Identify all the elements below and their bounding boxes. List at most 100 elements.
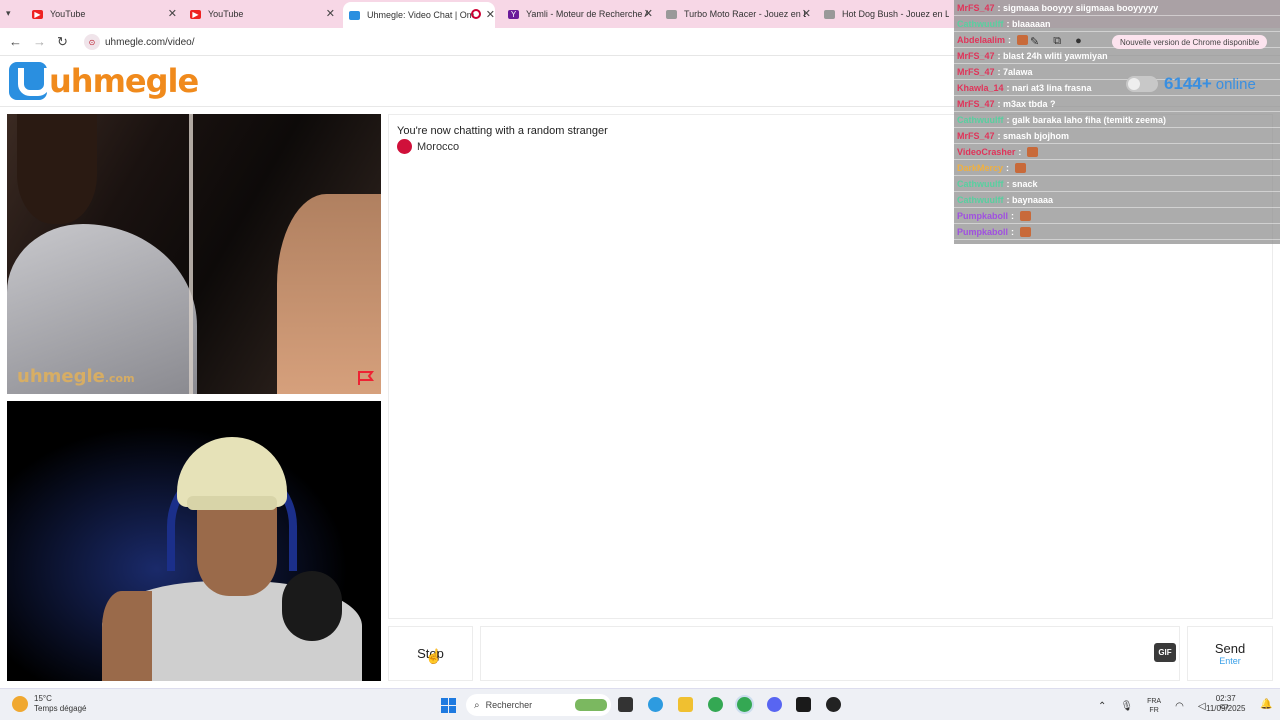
discord-icon[interactable] [767, 697, 782, 712]
chat-status-message: You're now chatting with a random strang… [397, 125, 608, 137]
emoji-icon [1014, 162, 1026, 173]
logo-text: uhmegle [49, 62, 199, 100]
overlay-message-text: baynaaaa [1012, 194, 1054, 205]
file-explorer-icon[interactable] [678, 697, 693, 712]
taskbar-search[interactable]: ⌕ Rechercher [466, 694, 611, 716]
chrome-update-notice[interactable]: Nouvelle version de Chrome disponible [1112, 35, 1268, 49]
chevron-up-icon[interactable]: ⌃ [1098, 701, 1106, 712]
online-toggle[interactable] [1126, 76, 1158, 92]
overlay-username: Cathwuulff [957, 178, 1004, 189]
emoji-icon [1026, 146, 1038, 157]
copilot-icon[interactable] [648, 697, 663, 712]
terminal-icon[interactable] [796, 697, 811, 712]
close-icon[interactable]: ✕ [168, 7, 177, 20]
overlay-username: VideoCrasher [957, 146, 1016, 157]
overlay-separator: : [1008, 34, 1014, 45]
overlay-chat-row: Cathwuulff: blaaaaan [954, 16, 1280, 32]
tab-label: Hot Dog Bush - Jouez en Ligne [842, 9, 949, 19]
overlay-separator: : [1011, 210, 1017, 221]
windows-start-icon[interactable] [441, 698, 456, 713]
reload-icon[interactable]: ↻ [57, 34, 68, 50]
forward-arrow-icon[interactable]: → [33, 34, 46, 49]
extension-icons: ✎ ⧉ ● [1030, 35, 1082, 48]
date: 11/09/2025 [1206, 704, 1246, 713]
tab-turbo-moto[interactable]: Turbo Moto Racer - Jouez en L ✕ [666, 4, 811, 24]
tab-uhmegle[interactable]: Uhmegle: Video Chat | Om ✕ [343, 2, 495, 28]
clock[interactable]: 02:37 11/09/2025 [1206, 694, 1245, 714]
overlay-username: Pumpkaboll [957, 210, 1009, 221]
overlay-username: Abdelaalim [957, 34, 1006, 45]
send-label: Send [1214, 641, 1246, 656]
overlay-username: Khawla_14 [957, 82, 1004, 93]
search-placeholder: Rechercher [485, 700, 533, 710]
stranger-head [17, 114, 97, 224]
overlay-chat-row: Cathwuulff: galk baraka laho fiha (temit… [954, 112, 1280, 128]
chrome-icon[interactable] [737, 697, 752, 712]
tab-label: Yamli - Moteur de Recherche A [526, 9, 648, 19]
send-button[interactable]: Send Enter [1187, 626, 1273, 681]
cap-brim [187, 496, 277, 510]
yamli-icon: Y [508, 9, 519, 19]
overlay-separator: : [1011, 226, 1017, 237]
obs-icon[interactable] [826, 697, 841, 712]
wifi-icon[interactable]: ◠ [1175, 701, 1184, 712]
overlay-chat-row: Pumpkaboll: [954, 208, 1280, 224]
notification-bell-icon[interactable]: 🔔 [1260, 699, 1272, 710]
overlay-message-text: m3ax tbda ? [1003, 98, 1056, 109]
game-icon [666, 9, 677, 19]
gif-button[interactable]: GIF [1154, 643, 1176, 662]
close-icon[interactable]: ✕ [802, 7, 811, 20]
extension-icon[interactable]: ✎ [1030, 35, 1039, 48]
microphone-icon[interactable]: 🎙 [1120, 701, 1133, 712]
overlay-message-text: blaaaaan [1012, 18, 1051, 29]
close-icon[interactable]: ✕ [644, 7, 653, 20]
tab-youtube-1[interactable]: ▶ YouTube ✕ [32, 4, 177, 24]
overlay-separator: : [1006, 162, 1012, 173]
report-flag-icon[interactable] [357, 370, 375, 386]
profile-icon[interactable]: ● [1075, 35, 1082, 48]
url-field[interactable]: uhmegle.com/video/ [105, 37, 195, 48]
language-indicator[interactable]: FRA FR [1147, 697, 1161, 715]
emoji-icon [1016, 34, 1028, 45]
hand-cursor-icon: ☝ [425, 648, 443, 664]
windows-taskbar: 15°C Temps dégagé ⌕ Rechercher ⌃ 🎙 FRA FR… [0, 688, 1280, 720]
tab-search-icon[interactable]: ▾ [6, 8, 11, 19]
self-arm [102, 591, 152, 681]
tab-hot-dog-bush[interactable]: Hot Dog Bush - Jouez en Ligne [824, 4, 949, 24]
stranger-country: Morocco [397, 139, 459, 154]
recording-icon [471, 9, 481, 19]
volume-icon[interactable]: ◁ [1198, 701, 1206, 712]
overlay-chat-row: MrFS_47: m3ax tbda ? [954, 96, 1280, 112]
overlay-username: Cathwuulff [957, 114, 1004, 125]
task-view-icon[interactable] [618, 697, 633, 712]
weather-widget[interactable]: 15°C Temps dégagé [12, 694, 86, 714]
message-input[interactable] [480, 626, 1180, 681]
tab-youtube-2[interactable]: ▶ YouTube ✕ [190, 4, 335, 24]
search-icon: ⌕ [474, 699, 480, 711]
chrome-icon[interactable] [708, 697, 723, 712]
close-icon[interactable]: ✕ [326, 7, 335, 20]
puzzle-icon[interactable]: ⧉ [1053, 35, 1061, 48]
overlay-username: Pumpkaboll [957, 226, 1009, 237]
youtube-icon: ▶ [190, 9, 201, 19]
send-hint: Enter [1219, 656, 1241, 666]
tab-yamli[interactable]: Y Yamli - Moteur de Recherche A ✕ [508, 4, 653, 24]
uhmegle-logo[interactable]: uhmegle [9, 61, 199, 101]
weather-condition: Temps dégagé [34, 704, 87, 713]
close-icon[interactable]: ✕ [486, 8, 495, 21]
youtube-icon: ▶ [32, 9, 43, 19]
overlay-message-text: nari at3 lina frasna [1012, 82, 1092, 93]
emoji-icon [1019, 226, 1031, 237]
online-counter: 6144+ online [1126, 74, 1256, 94]
tab-label: YouTube [50, 9, 86, 19]
stranger-arm [277, 194, 381, 394]
overlay-message-text: sigmaaa booyyy siigmaaa booyyyyy [1003, 2, 1159, 13]
overlay-message-text: snack [1012, 178, 1038, 189]
overlay-username: DarkMercy [957, 162, 1004, 173]
uhmegle-icon [349, 10, 360, 20]
overlay-chat-row: DarkMercy: [954, 160, 1280, 176]
logo-icon [9, 62, 50, 100]
microphone [282, 571, 342, 641]
site-info-icon[interactable]: ⊙ [84, 34, 100, 50]
back-arrow-icon[interactable]: ← [9, 34, 22, 49]
